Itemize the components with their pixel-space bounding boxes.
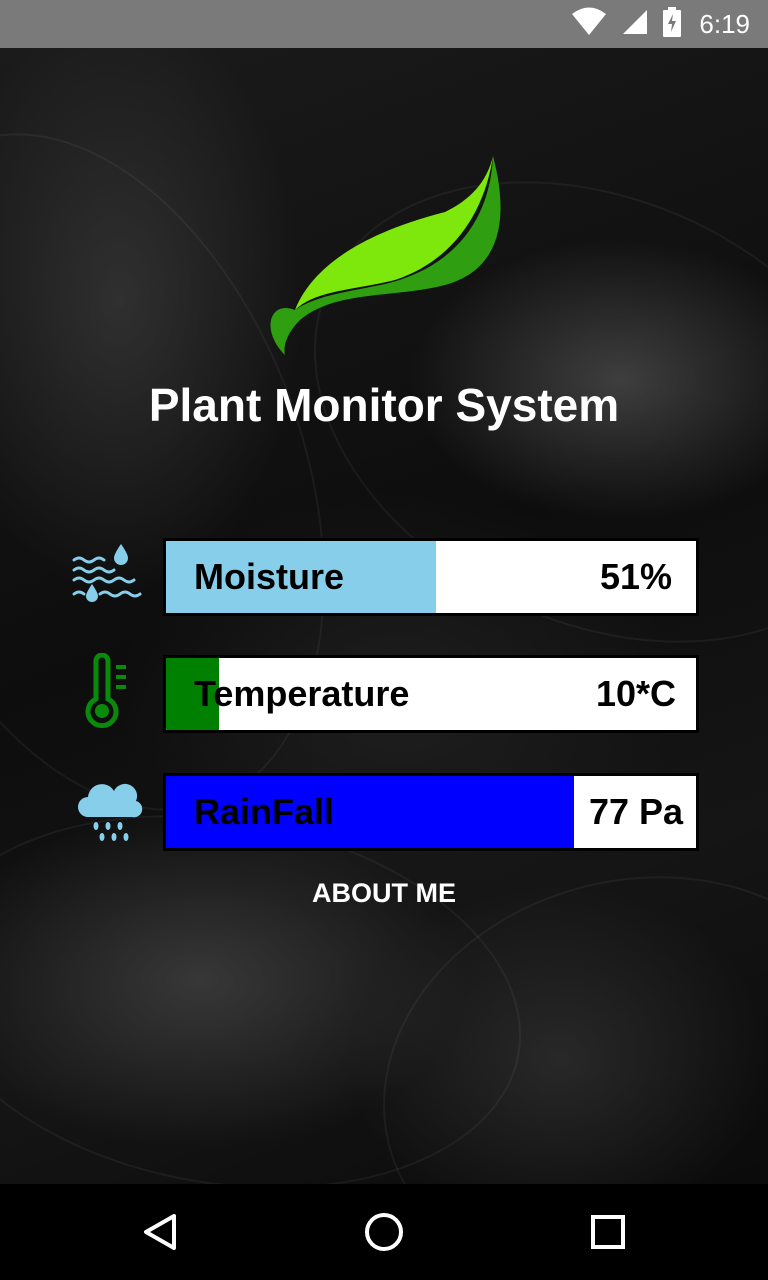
recents-icon[interactable] (584, 1208, 632, 1256)
moisture-value: 51% (599, 556, 673, 597)
rain-cloud-icon (66, 771, 150, 851)
rainfall-bar: RainFall 77 Pa (163, 773, 699, 851)
temperature-bar: Temperature 10*C (163, 655, 699, 733)
wifi-icon (571, 7, 607, 42)
temperature-label: Temperature (194, 673, 410, 714)
rainfall-value: 77 Pa (588, 791, 684, 832)
rainfall-row: RainFall 77 Pa (66, 771, 706, 851)
status-time: 6:19 (699, 8, 750, 39)
back-icon[interactable] (136, 1208, 184, 1256)
rainfall-label: RainFall (194, 791, 335, 832)
leaf-logo-icon (255, 150, 515, 360)
thermometer-icon (66, 652, 150, 733)
moisture-label: Moisture (194, 556, 345, 597)
battery-charging-icon (663, 6, 682, 42)
home-icon[interactable] (360, 1208, 408, 1256)
status-bar: 6:19 (0, 0, 768, 48)
temperature-row: Temperature 10*C (66, 652, 706, 733)
about-me-button[interactable]: ABOUT ME (0, 878, 768, 909)
temperature-value: 10*C (595, 673, 677, 714)
navigation-bar (0, 1184, 768, 1280)
cell-signal-icon (621, 8, 649, 41)
app-screen: 6:19 Plant Monitor System Moisture 51% T… (0, 0, 768, 1280)
page-title: Plant Monitor System (148, 379, 620, 431)
water-drops-icon (66, 536, 150, 616)
moisture-row: Moisture 51% (66, 536, 706, 616)
moisture-bar: Moisture 51% (163, 538, 699, 616)
